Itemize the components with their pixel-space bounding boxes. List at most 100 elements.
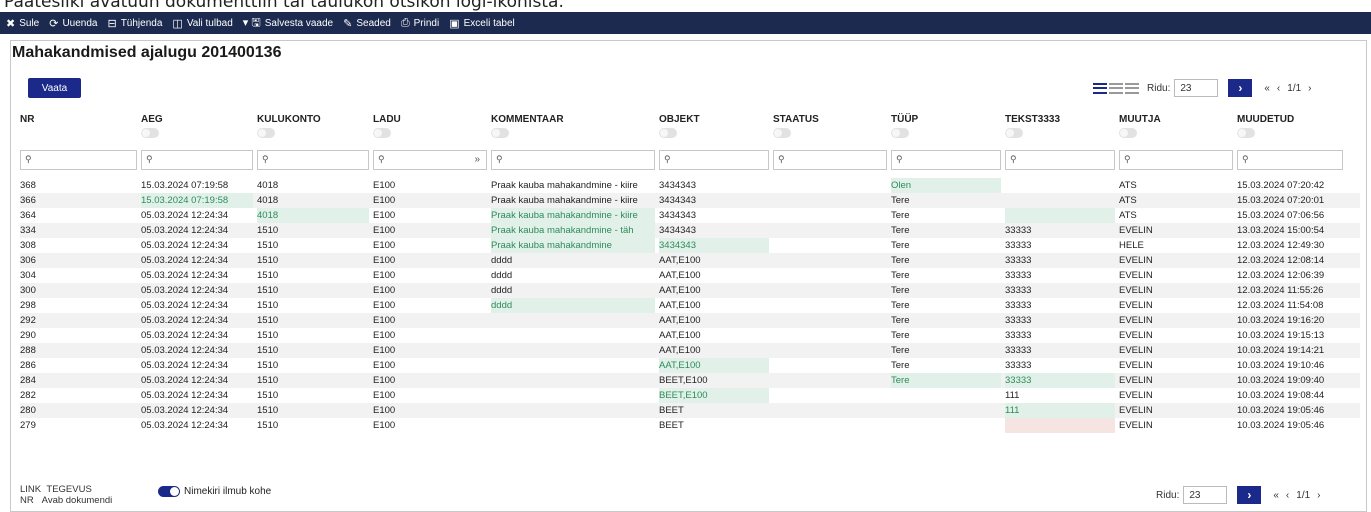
filter-input-kulukonto[interactable]: ⚲: [257, 150, 369, 170]
cell-nr[interactable]: 366: [20, 193, 137, 208]
column-header-ladu[interactable]: LADU: [373, 108, 491, 148]
column-toggle-tekst3333[interactable]: [1005, 128, 1023, 138]
filter-input-tyyp[interactable]: ⚲: [891, 150, 1001, 170]
cell-tyyp: Tere: [891, 345, 910, 356]
cell-nr[interactable]: 364: [20, 208, 137, 223]
view-compact-icon[interactable]: [1093, 82, 1107, 94]
table-row[interactable]: 334 05.03.2024 12:24:34 1510 E100 Praak kaub…: [20, 223, 1360, 238]
table-row[interactable]: 284 05.03.2024 12:24:34 1510 E100 BEET,E100 T…: [20, 373, 1360, 388]
vaata-button[interactable]: Vaata: [28, 78, 81, 98]
instant-list-toggle[interactable]: Nimekiri ilmub kohe: [158, 486, 271, 497]
cell-nr[interactable]: 368: [20, 178, 137, 193]
table-row[interactable]: 279 05.03.2024 12:24:34 1510 E100 BEET EVELIN…: [20, 418, 1360, 433]
column-toggle-tyyp[interactable]: [891, 128, 909, 138]
cell-tyyp: Tere: [891, 300, 910, 311]
cell-nr[interactable]: 284: [20, 373, 137, 388]
table-row[interactable]: 364 05.03.2024 12:24:34 4018 E100 Praak kaub…: [20, 208, 1360, 223]
cell-ladu: E100: [373, 345, 396, 356]
column-header-tyyp[interactable]: TÜÜP: [891, 108, 1005, 148]
filter-input-kommentaar[interactable]: ⚲: [491, 150, 655, 170]
table-row[interactable]: 290 05.03.2024 12:24:34 1510 E100 AAT,E100 Te…: [20, 328, 1360, 343]
table-row[interactable]: 298 05.03.2024 12:24:34 1510 E100 dddd AAT,E1…: [20, 298, 1360, 313]
column-toggle-staatus[interactable]: [773, 128, 791, 138]
toolbar-exceli-tabel-button[interactable]: ▣ Exceli tabel: [449, 17, 515, 30]
cell-nr[interactable]: 286: [20, 358, 137, 373]
view-normal-icon[interactable]: [1109, 82, 1123, 94]
cell-muudetud: 10.03.2024 19:14:21: [1237, 345, 1325, 356]
filter-input-muudetud[interactable]: ⚲: [1237, 150, 1343, 170]
view-wide-icon[interactable]: [1125, 82, 1139, 94]
column-header-staatus[interactable]: STAATUS: [773, 108, 891, 148]
table-row[interactable]: 366 15.03.2024 07:19:58 4018 E100 Praak kaub…: [20, 193, 1360, 208]
table-row[interactable]: 304 05.03.2024 12:24:34 1510 E100 dddd AAT,E1…: [20, 268, 1360, 283]
column-header-kommentaar[interactable]: KOMMENTAAR: [491, 108, 659, 148]
next-page-button-bottom[interactable]: ›: [1317, 490, 1320, 501]
cell-nr[interactable]: 300: [20, 283, 137, 298]
table-row[interactable]: 286 05.03.2024 12:24:34 1510 E100 AAT,E100 Te…: [20, 358, 1360, 373]
first-page-button[interactable]: «: [1264, 83, 1270, 94]
column-header-kulukonto[interactable]: KULUKONTO: [257, 108, 373, 148]
toolbar-label: Exceli tabel: [463, 17, 515, 29]
table-row[interactable]: 306 05.03.2024 12:24:34 1510 E100 dddd AAT,E1…: [20, 253, 1360, 268]
filter-input-nr[interactable]: ⚲: [20, 150, 137, 170]
column-toggle-ladu[interactable]: [373, 128, 391, 138]
column-header-tekst3333[interactable]: TEKST3333: [1005, 108, 1119, 148]
column-toggle-kommentaar[interactable]: [491, 128, 509, 138]
cell-nr[interactable]: 282: [20, 388, 137, 403]
filter-input-tekst3333[interactable]: ⚲: [1005, 150, 1115, 170]
table-row[interactable]: 280 05.03.2024 12:24:34 1510 E100 BEET 111 EVE…: [20, 403, 1360, 418]
table-row[interactable]: 282 05.03.2024 12:24:34 1510 E100 BEET,E100 1…: [20, 388, 1360, 403]
column-toggle-objekt[interactable]: [659, 128, 677, 138]
cell-nr[interactable]: 298: [20, 298, 137, 313]
toolbar-seaded-button[interactable]: ✎ Seaded: [343, 17, 391, 30]
expand-icon[interactable]: »: [474, 154, 480, 165]
cell-nr[interactable]: 334: [20, 223, 137, 238]
cell-kulukonto: 1510: [257, 300, 279, 311]
filter-input-staatus[interactable]: ⚲: [773, 150, 887, 170]
toolbar-prindi-button[interactable]: ⎙ Prindi: [401, 17, 439, 30]
table-row[interactable]: 292 05.03.2024 12:24:34 1510 E100 AAT,E100 Te…: [20, 313, 1360, 328]
filter-input-muutja[interactable]: ⚲: [1119, 150, 1233, 170]
cell-tyyp: Tere: [891, 360, 910, 371]
cell-nr[interactable]: 279: [20, 418, 137, 433]
cell-nr[interactable]: 304: [20, 268, 137, 283]
column-header-nr[interactable]: NR: [20, 108, 141, 148]
ridu-input[interactable]: [1174, 79, 1219, 97]
filter-input-ladu[interactable]: ⚲»: [373, 150, 487, 170]
filter-input-objekt[interactable]: ⚲: [659, 150, 769, 170]
column-header-aeg[interactable]: AEG: [141, 108, 257, 148]
go-button-bottom[interactable]: ›: [1237, 486, 1262, 504]
go-button[interactable]: ›: [1228, 79, 1253, 97]
table-row[interactable]: 308 05.03.2024 12:24:34 1510 E100 Praak kaub…: [20, 238, 1360, 253]
cell-nr[interactable]: 288: [20, 343, 137, 358]
cell-nr[interactable]: 292: [20, 313, 137, 328]
toolbar-tühjenda-button[interactable]: ⊟ Tühjenda: [107, 17, 162, 30]
column-toggle-aeg[interactable]: [141, 128, 159, 138]
cell-aeg: 05.03.2024 12:24:34: [141, 360, 229, 371]
cell-nr[interactable]: 308: [20, 238, 137, 253]
table-row[interactable]: 300 05.03.2024 12:24:34 1510 E100 dddd AAT,E1…: [20, 283, 1360, 298]
toggle-switch[interactable]: [158, 486, 180, 497]
toolbar-uuenda-button[interactable]: ⟳ Uuenda: [49, 17, 97, 30]
next-page-button[interactable]: ›: [1308, 83, 1311, 94]
prev-page-button-bottom[interactable]: ‹: [1286, 490, 1289, 501]
column-header-objekt[interactable]: OBJEKT: [659, 108, 773, 148]
toolbar-sule-button[interactable]: ✖ Sule: [6, 17, 39, 30]
prev-page-button[interactable]: ‹: [1277, 83, 1280, 94]
column-toggle-muudetud[interactable]: [1237, 128, 1255, 138]
table-row[interactable]: 368 15.03.2024 07:19:58 4018 E100 Praak kaub…: [20, 178, 1360, 193]
filter-input-aeg[interactable]: ⚲: [141, 150, 253, 170]
cell-nr[interactable]: 306: [20, 253, 137, 268]
column-toggle-muutja[interactable]: [1119, 128, 1137, 138]
ridu-input-bottom[interactable]: [1183, 486, 1228, 504]
table-row[interactable]: 288 05.03.2024 12:24:34 1510 E100 AAT,E100 Te…: [20, 343, 1360, 358]
toolbar-salvesta-vaade-button[interactable]: ▾ 🖫 Salvesta vaade: [243, 14, 333, 33]
cell-nr[interactable]: 290: [20, 328, 137, 343]
cell-nr[interactable]: 280: [20, 403, 137, 418]
first-page-button-bottom[interactable]: «: [1273, 490, 1279, 501]
toolbar-vali-tulbad-button[interactable]: ◫ Vali tulbad: [172, 17, 232, 30]
column-toggle-kulukonto[interactable]: [257, 128, 275, 138]
column-header-muudetud[interactable]: MUUDETUD: [1237, 108, 1347, 148]
column-header-muutja[interactable]: MUUTJA: [1119, 108, 1237, 148]
search-icon: ⚲: [1124, 154, 1131, 164]
